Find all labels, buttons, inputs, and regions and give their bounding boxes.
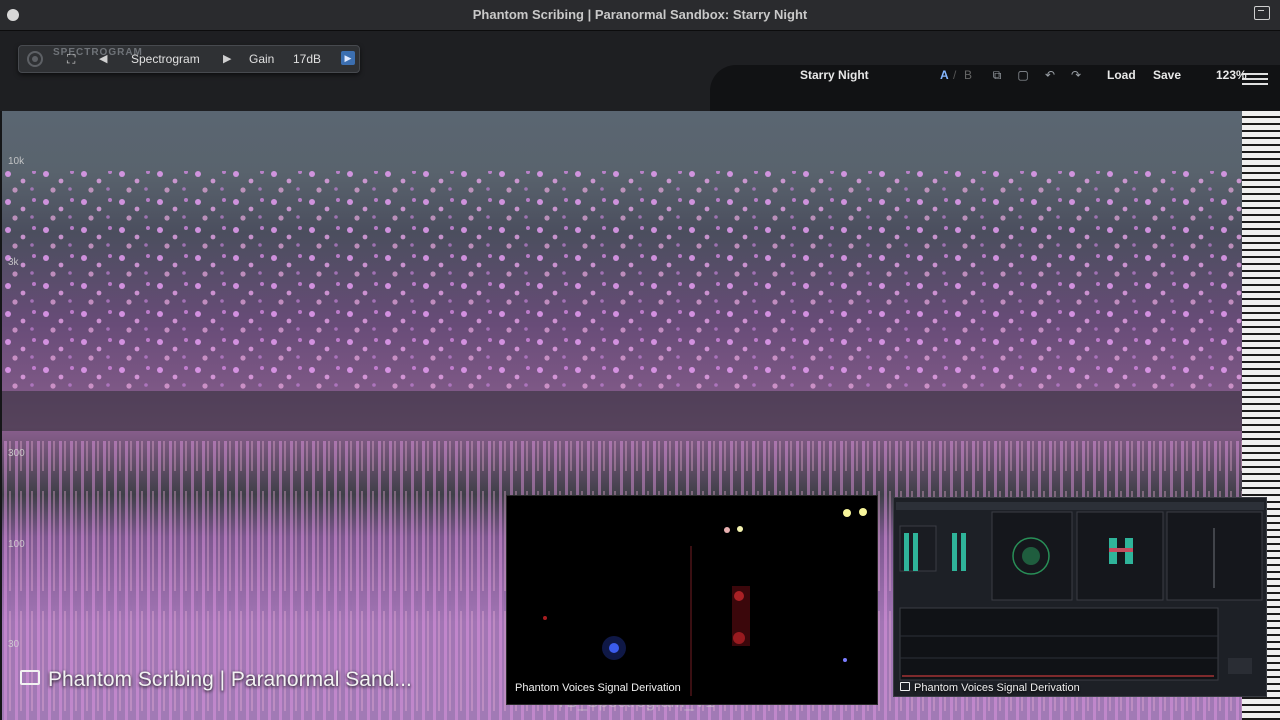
paste-icon[interactable]: ▢: [1016, 68, 1030, 82]
shared-window-title: Phantom Scribing | Paranormal Sand...: [48, 668, 412, 691]
shared-window-label: Phantom Scribing | Paranormal Sand...: [20, 668, 412, 692]
window-title: Phantom Scribing | Paranormal Sandbox: S…: [472, 7, 808, 22]
preset-name[interactable]: Starry Night: [800, 68, 869, 82]
view-mode-label[interactable]: Spectrogram: [131, 52, 200, 66]
plugin-logo-icon: [27, 51, 43, 67]
video-frame: [543, 508, 867, 696]
next-mode-button[interactable]: ▶: [223, 52, 231, 65]
meter-thumbnail-caption: Phantom Voices Signal Derivation: [900, 682, 1080, 694]
gain-value[interactable]: 17dB: [293, 52, 321, 66]
copy-icon[interactable]: ⧉: [990, 68, 1004, 82]
picture-in-picture-icon[interactable]: [1254, 6, 1270, 20]
ab-compare-a[interactable]: A: [940, 68, 949, 82]
freq-label-300: 300: [8, 448, 25, 459]
ab-separator: /: [953, 68, 957, 82]
freq-label-100: 100: [8, 539, 25, 550]
freq-label-30: 30: [8, 639, 20, 650]
zoom-level[interactable]: 123%: [1216, 68, 1247, 82]
undo-icon[interactable]: ↶: [1043, 68, 1057, 82]
play-button[interactable]: ▶: [341, 51, 355, 65]
meter-caption-text: Phantom Voices Signal Derivation: [914, 682, 1080, 694]
gain-label: Gain: [249, 52, 275, 66]
freq-label-10k: 10k: [8, 156, 25, 167]
freq-label-3k: 3k: [8, 257, 19, 268]
plugin-toolbar: SPECTROGRAM ⛶ ◀ Spectrogram ▶ Gain 17dB …: [0, 31, 1280, 111]
video-thumbnail[interactable]: Phantom Voices Signal Derivation: [506, 495, 878, 705]
save-button[interactable]: Save: [1153, 68, 1181, 82]
plugin-control-pill: SPECTROGRAM ⛶ ◀ Spectrogram ▶ Gain 17dB …: [18, 45, 360, 73]
redo-icon[interactable]: ↷: [1069, 68, 1083, 82]
video-thumbnail-caption: Phantom Voices Signal Derivation: [515, 682, 681, 694]
monitor-icon: [20, 670, 40, 685]
ab-compare-b[interactable]: B: [964, 68, 972, 82]
load-button[interactable]: Load: [1107, 68, 1136, 82]
meter-thumbnail[interactable]: Phantom Voices Signal Derivation: [893, 497, 1267, 697]
previous-mode-button[interactable]: ◀: [99, 52, 107, 65]
window-titlebar: Phantom Scribing | Paranormal Sandbox: S…: [0, 0, 1280, 31]
crop-icon[interactable]: ⛶: [67, 52, 75, 67]
monitor-icon: [900, 682, 910, 691]
meter-preview: [896, 502, 1264, 681]
